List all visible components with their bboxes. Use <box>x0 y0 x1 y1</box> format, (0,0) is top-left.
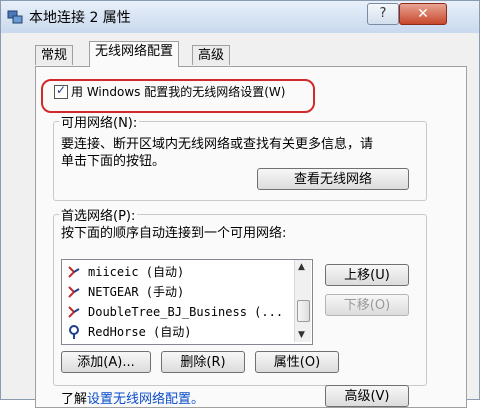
wireless-auto-icon <box>68 306 80 318</box>
use-windows-config-label[interactable]: 用 Windows 配置我的无线网络设置(W) <box>71 83 285 100</box>
available-networks-description-2: 单击下面的按钮。 <box>61 154 166 169</box>
wireless-auto-icon <box>68 266 80 278</box>
move-up-button[interactable]: 上移(U) <box>325 264 409 286</box>
learn-about-text: 了解设置无线网络配置。 <box>61 388 204 407</box>
move-down-button[interactable]: 下移(O) <box>325 294 409 316</box>
scroll-up-icon[interactable]: ▲ <box>298 262 305 272</box>
scroll-down-icon[interactable]: ▼ <box>298 330 305 340</box>
tab-advanced[interactable]: 高级 <box>192 45 231 65</box>
available-networks-title: 可用网络(N): <box>59 112 140 131</box>
network-name: RedHorse (自动) <box>88 325 192 339</box>
properties-dialog: 本地连接 2 属性 ? ✕ 常规 无线网络配置 高级 用 Windows 配置我… <box>0 0 480 408</box>
title-bar[interactable]: 本地连接 2 属性 ? ✕ <box>1 1 479 33</box>
tab-general[interactable]: 常规 <box>35 45 74 65</box>
wireless-manual-icon <box>68 286 80 298</box>
preferred-networks-list[interactable]: miiceic (自动) NETGEAR (手动) DoubleTree_BJ_… <box>61 259 313 345</box>
network-name: DoubleTree_BJ_Business (... <box>88 305 284 319</box>
wireless-connected-icon <box>69 325 79 339</box>
view-wireless-networks-button[interactable]: 查看无线网络 <box>257 168 409 190</box>
remove-button[interactable]: 删除(R) <box>161 351 245 373</box>
preferred-networks-description: 按下面的顺序自动连接到一个可用网络: <box>61 226 287 241</box>
properties-button[interactable]: 属性(O) <box>255 351 339 373</box>
add-button[interactable]: 添加(A)... <box>61 351 151 373</box>
help-button[interactable]: ? <box>367 3 399 25</box>
network-name: miiceic (自动) <box>88 265 185 279</box>
tab-wireless-networks[interactable]: 无线网络配置 <box>89 41 180 67</box>
network-connection-icon <box>7 10 23 24</box>
use-windows-config-checkbox[interactable] <box>54 83 68 99</box>
list-scrollbar[interactable]: ▲ ▼ <box>294 260 311 342</box>
advanced-button[interactable]: 高级(V) <box>325 385 409 407</box>
scroll-thumb[interactable] <box>297 300 310 322</box>
close-button[interactable]: ✕ <box>399 3 447 25</box>
window-title: 本地连接 2 属性 <box>29 10 131 26</box>
network-name: NETGEAR (手动) <box>88 285 185 299</box>
